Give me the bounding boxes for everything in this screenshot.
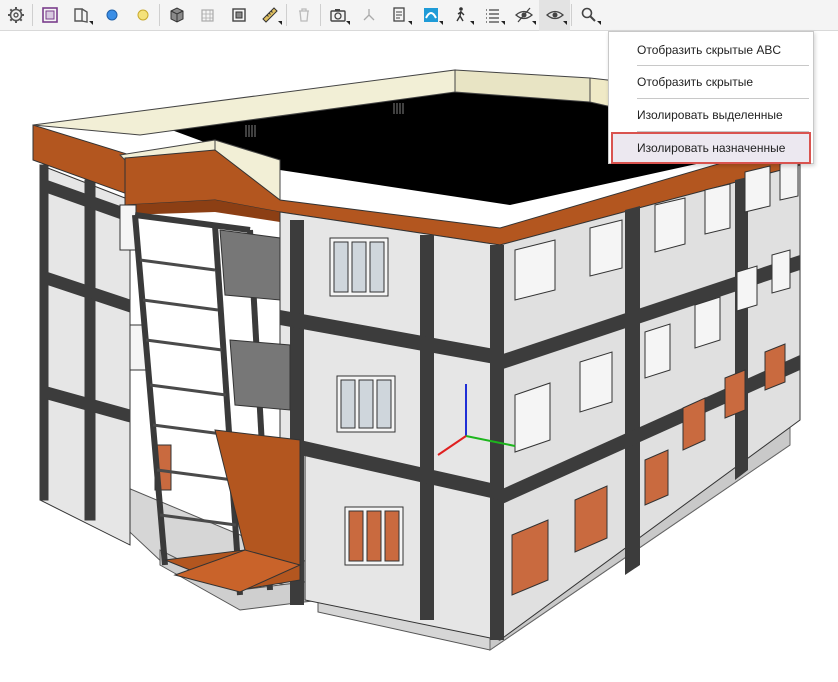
chevron-down-icon (532, 20, 536, 25)
sphere-blue-icon (106, 9, 117, 21)
box-section-button[interactable] (223, 0, 254, 31)
toolbar-separator (32, 4, 33, 26)
section-box-button[interactable] (65, 0, 96, 31)
chevron-down-icon (470, 20, 474, 25)
toolbar-separator (320, 4, 321, 26)
chevron-down-icon (346, 20, 350, 25)
camera-button[interactable] (322, 0, 353, 31)
main-toolbar (0, 0, 838, 31)
cube-grid-icon (200, 9, 214, 22)
settings-icon (7, 7, 24, 23)
visibility-dropdown-menu: Отобразить скрытые ABC Отобразить скрыты… (608, 31, 814, 164)
walk-icon (455, 7, 464, 22)
chevron-down-icon (597, 20, 601, 25)
document-button[interactable] (384, 0, 415, 31)
chevron-down-icon (278, 20, 282, 25)
frame-select-button[interactable] (34, 0, 65, 31)
hide-icon (514, 7, 533, 23)
chevron-down-icon (501, 20, 505, 25)
delete-button[interactable] (288, 0, 319, 31)
color-map-icon (423, 8, 438, 22)
camera-icon (329, 9, 346, 22)
axes-icon (363, 9, 374, 21)
menu-item-show-hidden[interactable]: Отобразить скрытые (609, 66, 813, 98)
menu-item-isolate-selected[interactable]: Изолировать выделенные (609, 99, 813, 131)
section-box-icon (73, 8, 88, 23)
hide-button[interactable] (508, 0, 539, 31)
yellow-sphere-button[interactable] (127, 0, 158, 31)
settings-button[interactable] (0, 0, 31, 31)
visibility-button[interactable] (539, 0, 570, 31)
measure-button[interactable] (254, 0, 285, 31)
chevron-down-icon (89, 20, 93, 25)
color-map-button[interactable] (415, 0, 446, 31)
cube-add-button[interactable] (161, 0, 192, 31)
search-button[interactable] (573, 0, 604, 31)
document-icon (392, 7, 405, 22)
walk-button[interactable] (446, 0, 477, 31)
axes-button[interactable] (353, 0, 384, 31)
menu-item-show-hidden-abc[interactable]: Отобразить скрытые ABC (609, 34, 813, 66)
chevron-down-icon (408, 20, 412, 25)
toolbar-separator (159, 4, 160, 26)
toolbar-separator (571, 4, 572, 26)
search-icon (581, 7, 596, 22)
eye-icon (545, 10, 564, 20)
toolbar-separator (286, 4, 287, 26)
blue-sphere-button[interactable] (96, 0, 127, 31)
list-icon (485, 9, 499, 23)
list-button[interactable] (477, 0, 508, 31)
menu-item-isolate-assigned[interactable]: Изолировать назначенные (611, 132, 811, 164)
chevron-down-icon (563, 20, 567, 25)
delete-icon (298, 8, 309, 22)
cube-grid-button[interactable] (192, 0, 223, 31)
chevron-down-icon (439, 20, 443, 25)
cube-add-icon (170, 7, 183, 23)
box-section-icon (231, 8, 246, 22)
sphere-yellow-icon (137, 9, 148, 21)
frame-select-icon (41, 7, 58, 23)
measure-icon (261, 7, 278, 23)
